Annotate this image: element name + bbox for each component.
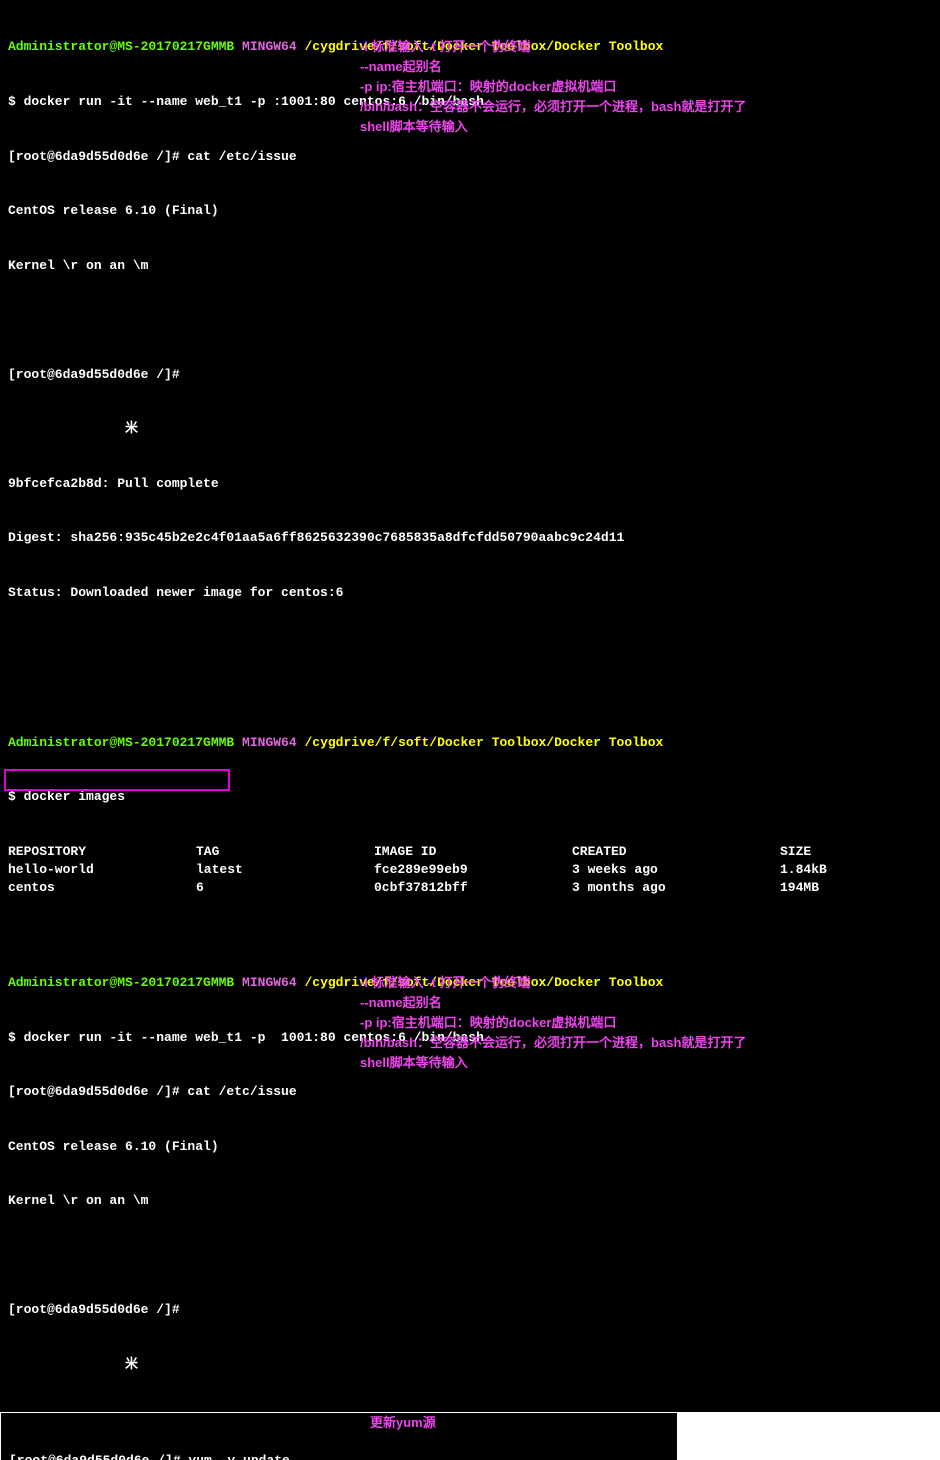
line-star2: 米 (8, 1356, 932, 1374)
prompt-user: Administrator@MS-20170217GMMB (8, 39, 234, 54)
ann-name-alias: --name起别名 (360, 58, 442, 76)
line-status: Status: Downloaded newer image for cento… (8, 584, 932, 602)
ann-port-map: -p ip:宿主机端口：映射的docker虚拟机端口 (360, 78, 616, 96)
ann-binbash: /bin/bash：空容器不会运行，必须打开一个进程，bash就是打开了 (360, 98, 746, 116)
terminal-block-1: Administrator@MS-20170217GMMB MINGW64 /c… (0, 0, 940, 695)
col-created: CREATED (572, 843, 780, 861)
table-row: hello-world latest fce289e99eb9 3 weeks … (8, 861, 835, 879)
line-cat-issue: [root@6da9d55d0d6e /]# cat /etc/issue (8, 148, 932, 166)
line-kernel: Kernel \r on an \m (8, 257, 932, 275)
col-imageid: IMAGE ID (374, 843, 572, 861)
csdn-watermark: https://blog.csdn.net/chailihua0826 (735, 663, 920, 680)
prompt-env: MINGW64 (234, 39, 304, 54)
terminal-block-images: Administrator@MS-20170217GMMB MINGW64 /c… (0, 695, 940, 935)
prompt-env: MINGW64 (234, 975, 304, 990)
line-prompt-root: [root@6da9d55d0d6e /]# (8, 366, 932, 384)
line-prompt-root2: [root@6da9d55d0d6e /]# (8, 1301, 932, 1319)
terminal-block-3: Administrator@MS-20170217GMMB MINGW64 /c… (0, 936, 940, 1413)
prompt-user: Administrator@MS-20170217GMMB (8, 735, 234, 750)
line-star: 米 (8, 420, 932, 438)
cmd-docker-images: $ docker images (8, 788, 932, 806)
ann-update-yum: 更新yum源 (370, 1414, 436, 1432)
line-centos-release2: CentOS release 6.10 (Final) (8, 1138, 932, 1156)
line-digest: Digest: sha256:935c45b2e2c4f01aa5a6ff862… (8, 529, 932, 547)
line-pull-complete: 9bfcefca2b8d: Pull complete (8, 475, 932, 493)
line-cat-issue2: [root@6da9d55d0d6e /]# cat /etc/issue (8, 1083, 932, 1101)
line-kernel2: Kernel \r on an \m (8, 1192, 932, 1210)
prompt-user: Administrator@MS-20170217GMMB (8, 975, 234, 990)
prompt-env: MINGW64 (234, 735, 304, 750)
ann-shell-wait: shell脚本等待输入 (360, 118, 468, 136)
terminal-block-yum-update: [root@6da9d55d0d6e /]# yum -y update 更新y… (0, 1412, 660, 1460)
ann-stdin-tty2: -i 标准输入 -t 打开一个伪终端 (360, 974, 530, 992)
cmd-yum-update: [root@6da9d55d0d6e /]# yum -y update (9, 1452, 669, 1460)
line-centos-release: CentOS release 6.10 (Final) (8, 202, 932, 220)
ann-stdin-tty: -i 标准输入 -t 打开一个伪终端 (360, 38, 530, 56)
ann-binbash2: /bin/bash：空容器不会运行，必须打开一个进程，bash就是打开了 (360, 1034, 746, 1052)
table-row: centos 6 0cbf37812bff 3 months ago 194MB (8, 879, 835, 897)
ann-port-map2: -p ip:宿主机端口：映射的docker虚拟机端口 (360, 1014, 616, 1032)
ann-name-alias2: --name起别名 (360, 994, 442, 1012)
col-size: SIZE (780, 843, 835, 861)
col-repo: REPOSITORY (8, 843, 196, 861)
blank-line (8, 311, 932, 329)
prompt-path: /cygdrive/f/soft/Docker Toolbox/Docker T… (304, 735, 663, 750)
col-tag: TAG (196, 843, 374, 861)
table-header-row: REPOSITORY TAG IMAGE ID CREATED SIZE (8, 843, 835, 861)
docker-images-table: REPOSITORY TAG IMAGE ID CREATED SIZE hel… (8, 843, 835, 898)
ann-shell-wait2: shell脚本等待输入 (360, 1054, 468, 1072)
